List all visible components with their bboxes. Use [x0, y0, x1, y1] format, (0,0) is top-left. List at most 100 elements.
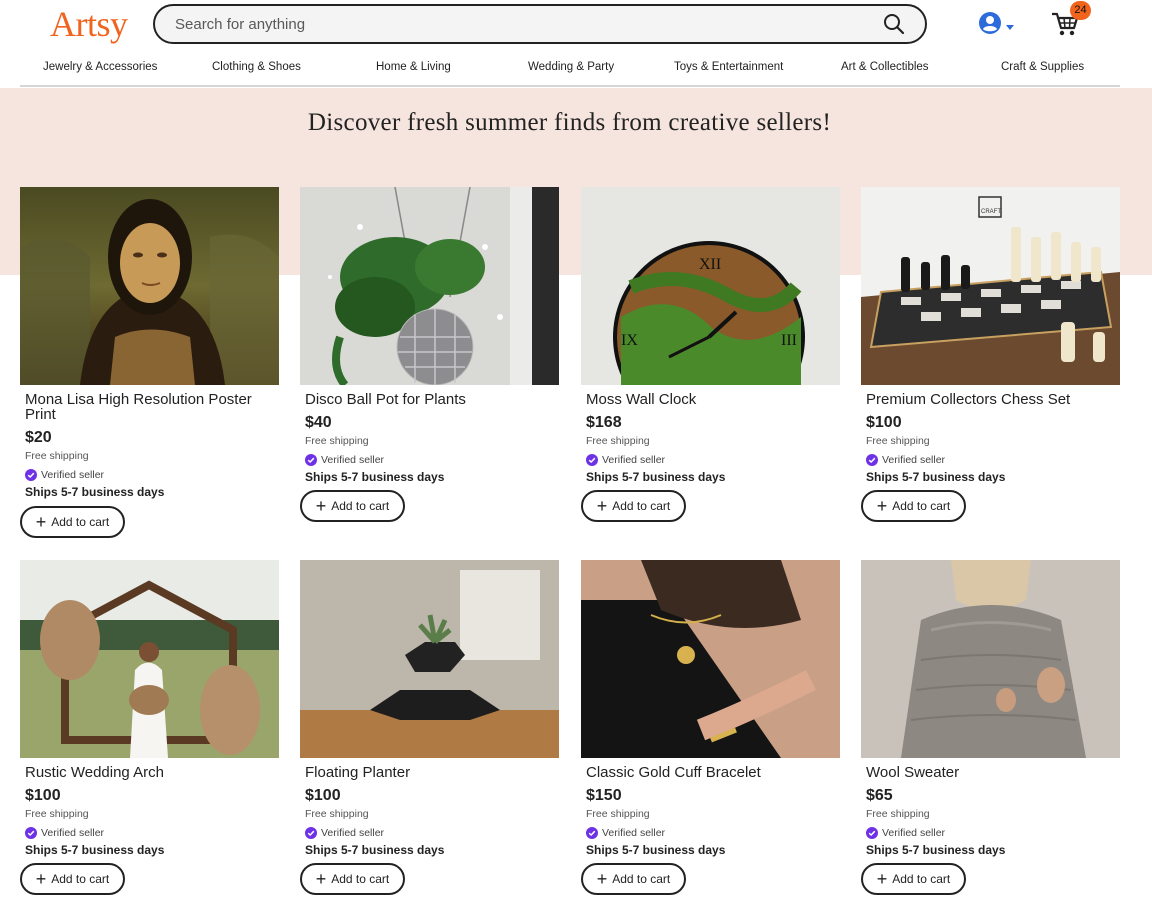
product-price: $20 [25, 429, 52, 446]
add-to-cart-button[interactable]: + Add to cart [581, 490, 686, 522]
plus-icon: + [35, 869, 47, 889]
nav-item-art[interactable]: Art & Collectibles [841, 61, 929, 73]
svg-text:CRAFT: CRAFT [981, 209, 1001, 215]
verified-seller: Verified seller [866, 826, 1116, 840]
product-info: Floating Planter $100 Free shipping Veri… [305, 765, 555, 857]
search-button[interactable] [883, 13, 907, 37]
product-image[interactable]: XII IX III [581, 187, 840, 385]
search-icon [884, 14, 905, 35]
ships-label: Ships 5-7 business days [25, 843, 165, 857]
product-card[interactable]: Classic Gold Cuff Bracelet $150 Free shi… [581, 560, 840, 896]
verified-seller-label: Verified seller [321, 827, 385, 839]
add-to-cart-label: Add to cart [892, 872, 951, 886]
add-to-cart-label: Add to cart [51, 515, 110, 529]
product-title[interactable]: Mona Lisa High Resolution Poster Print [25, 392, 275, 422]
shipping-label: Free shipping [866, 435, 930, 447]
verified-seller: Verified seller [866, 453, 1116, 467]
product-title[interactable]: Wool Sweater [866, 765, 1116, 780]
product-card[interactable]: CRAFT Premium Collectors Chess Set $100 … [861, 187, 1120, 523]
product-title[interactable]: Rustic Wedding Arch [25, 765, 275, 780]
product-card[interactable]: Floating Planter $100 Free shipping Veri… [300, 560, 559, 896]
shipping-label: Free shipping [305, 435, 369, 447]
product-card[interactable]: Mona Lisa High Resolution Poster Print $… [20, 187, 279, 539]
verified-seller: Verified seller [586, 826, 836, 840]
plus-icon: + [596, 496, 608, 516]
shipping-label: Free shipping [25, 808, 89, 820]
cart-count-badge: 24 [1070, 1, 1091, 20]
verified-seller-label: Verified seller [41, 469, 105, 481]
product-title[interactable]: Disco Ball Pot for Plants [305, 392, 555, 407]
product-info: Rustic Wedding Arch $100 Free shipping V… [25, 765, 275, 857]
verified-seller: Verified seller [305, 453, 555, 467]
search-bar [153, 4, 927, 44]
add-to-cart-button[interactable]: + Add to cart [300, 863, 405, 895]
product-info: Classic Gold Cuff Bracelet $150 Free shi… [586, 765, 836, 857]
product-title[interactable]: Classic Gold Cuff Bracelet [586, 765, 836, 780]
add-to-cart-button[interactable]: + Add to cart [861, 863, 966, 895]
verified-seller: Verified seller [305, 826, 555, 840]
product-title[interactable]: Floating Planter [305, 765, 555, 780]
nav-item-toys[interactable]: Toys & Entertainment [674, 61, 783, 73]
verified-seller-label: Verified seller [602, 827, 666, 839]
svg-text:XII: XII [699, 256, 721, 273]
nav-item-home[interactable]: Home & Living [376, 61, 451, 73]
verified-seller-label: Verified seller [41, 827, 105, 839]
product-card[interactable]: XII IX III Moss Wall Clock $168 Free shi… [581, 187, 840, 523]
verified-seller-label: Verified seller [321, 454, 385, 466]
plus-icon: + [315, 869, 327, 889]
add-to-cart-button[interactable]: + Add to cart [20, 506, 125, 538]
product-title[interactable]: Premium Collectors Chess Set [866, 392, 1116, 407]
verified-badge-icon [305, 827, 317, 839]
product-price: $65 [866, 787, 893, 804]
add-to-cart-label: Add to cart [612, 872, 671, 886]
shipping-label: Free shipping [866, 808, 930, 820]
verified-badge-icon [866, 827, 878, 839]
plus-icon: + [876, 869, 888, 889]
product-image[interactable] [20, 187, 279, 385]
verified-badge-icon [866, 454, 878, 466]
logo[interactable]: Artsy [50, 3, 128, 45]
verified-seller-label: Verified seller [882, 454, 946, 466]
product-info: Premium Collectors Chess Set $100 Free s… [866, 392, 1116, 484]
user-avatar-icon [979, 12, 1014, 34]
hero-title: Discover fresh summer finds from creativ… [307, 109, 832, 136]
product-image[interactable] [300, 560, 559, 758]
nav-item-jewelry[interactable]: Jewelry & Accessories [43, 61, 157, 73]
product-price: $100 [305, 787, 341, 804]
ships-label: Ships 5-7 business days [586, 470, 726, 484]
ships-label: Ships 5-7 business days [305, 470, 445, 484]
plus-icon: + [315, 496, 327, 516]
add-to-cart-button[interactable]: + Add to cart [20, 863, 125, 895]
nav-item-clothing[interactable]: Clothing & Shoes [212, 61, 301, 73]
product-image[interactable]: CRAFT [861, 187, 1120, 385]
product-image[interactable] [581, 560, 840, 758]
product-card[interactable]: Rustic Wedding Arch $100 Free shipping V… [20, 560, 279, 896]
add-to-cart-button[interactable]: + Add to cart [300, 490, 405, 522]
verified-seller: Verified seller [25, 468, 275, 482]
add-to-cart-label: Add to cart [892, 499, 951, 513]
product-image[interactable] [300, 187, 559, 385]
ships-label: Ships 5-7 business days [25, 485, 165, 499]
product-image[interactable] [861, 560, 1120, 758]
add-to-cart-button[interactable]: + Add to cart [861, 490, 966, 522]
header: Artsy 24 [0, 0, 1152, 56]
verified-badge-icon [25, 827, 37, 839]
add-to-cart-label: Add to cart [51, 872, 110, 886]
shipping-label: Free shipping [586, 435, 650, 447]
product-card[interactable]: Disco Ball Pot for Plants $40 Free shipp… [300, 187, 559, 523]
product-card[interactable]: Wool Sweater $65 Free shipping Verified … [861, 560, 1120, 896]
ships-label: Ships 5-7 business days [866, 843, 1006, 857]
ships-label: Ships 5-7 business days [305, 843, 445, 857]
search-input[interactable] [175, 14, 855, 34]
add-to-cart-button[interactable]: + Add to cart [581, 863, 686, 895]
svg-text:IX: IX [621, 332, 638, 349]
add-to-cart-label: Add to cart [612, 499, 671, 513]
plus-icon: + [35, 512, 47, 532]
add-to-cart-label: Add to cart [331, 499, 390, 513]
product-image[interactable] [20, 560, 279, 758]
nav-item-craft[interactable]: Craft & Supplies [1001, 61, 1084, 73]
product-title[interactable]: Moss Wall Clock [586, 392, 836, 407]
plus-icon: + [876, 496, 888, 516]
account-menu-button[interactable] [978, 11, 1018, 37]
nav-item-wedding[interactable]: Wedding & Party [528, 61, 614, 73]
